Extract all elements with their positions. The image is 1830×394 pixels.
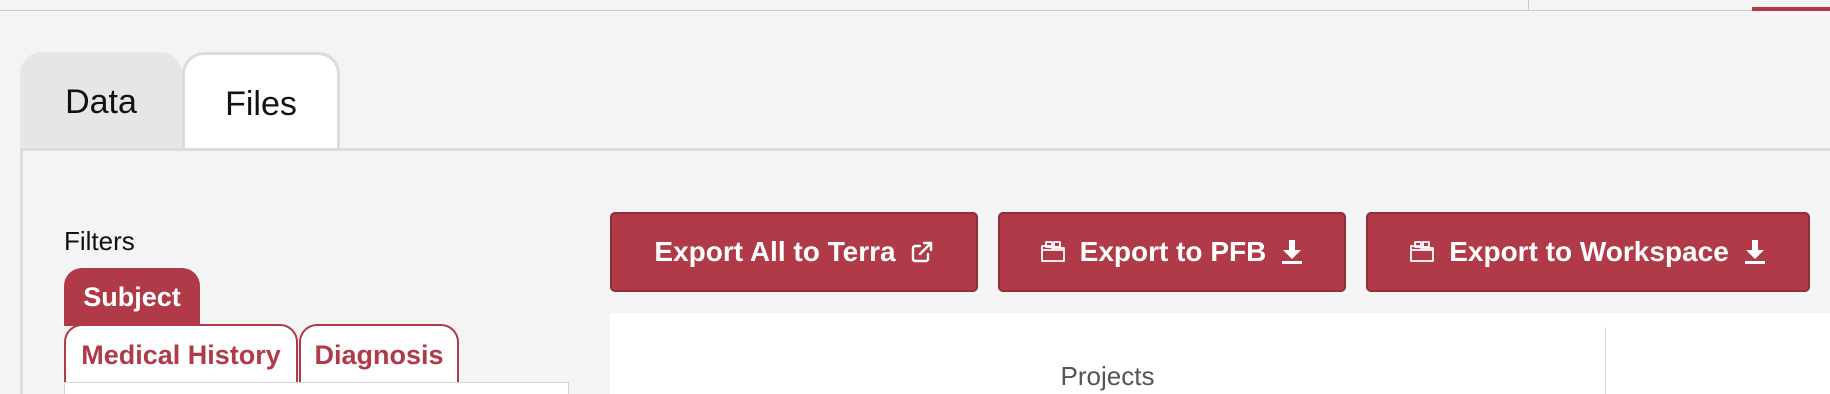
folder-icon [1409,240,1435,264]
filter-tab-subject-label: Subject [83,281,181,312]
folder-icon [1040,240,1066,264]
export-to-pfb-label: Export to PFB [1079,236,1267,267]
filter-subtab-medical-history[interactable]: Medical History [64,324,298,384]
download-icon [1743,239,1767,265]
filter-subtab-diagnosis-label: Diagnosis [314,339,444,370]
filter-tab-subject[interactable]: Subject [64,268,200,326]
export-to-workspace-button[interactable]: Export to Workspace [1366,212,1810,292]
export-all-to-terra-label: Export All to Terra [654,236,896,267]
filter-list [64,382,569,394]
tab-data[interactable]: Data [20,52,182,149]
top-bar-divider [1528,0,1529,11]
tab-data-label: Data [65,83,137,121]
active-nav-indicator [1752,7,1830,11]
export-to-pfb-button[interactable]: Export to PFB [998,212,1346,292]
external-link-icon [910,240,934,264]
export-to-workspace-label: Export to Workspace [1449,236,1729,267]
tab-files-label: Files [225,84,297,123]
filter-subtab-diagnosis[interactable]: Diagnosis [299,324,459,384]
filters-title: Filters [64,226,135,256]
tab-files[interactable]: Files [182,52,340,149]
projects-label: Projects [1060,361,1155,391]
summary-card-right [1606,313,1830,394]
filter-subtab-medical-history-label: Medical History [81,339,281,370]
top-bar [0,0,1830,11]
export-all-to-terra-button[interactable]: Export All to Terra [610,212,978,292]
projects-summary-card: Projects [610,313,1606,394]
download-icon [1280,239,1304,265]
